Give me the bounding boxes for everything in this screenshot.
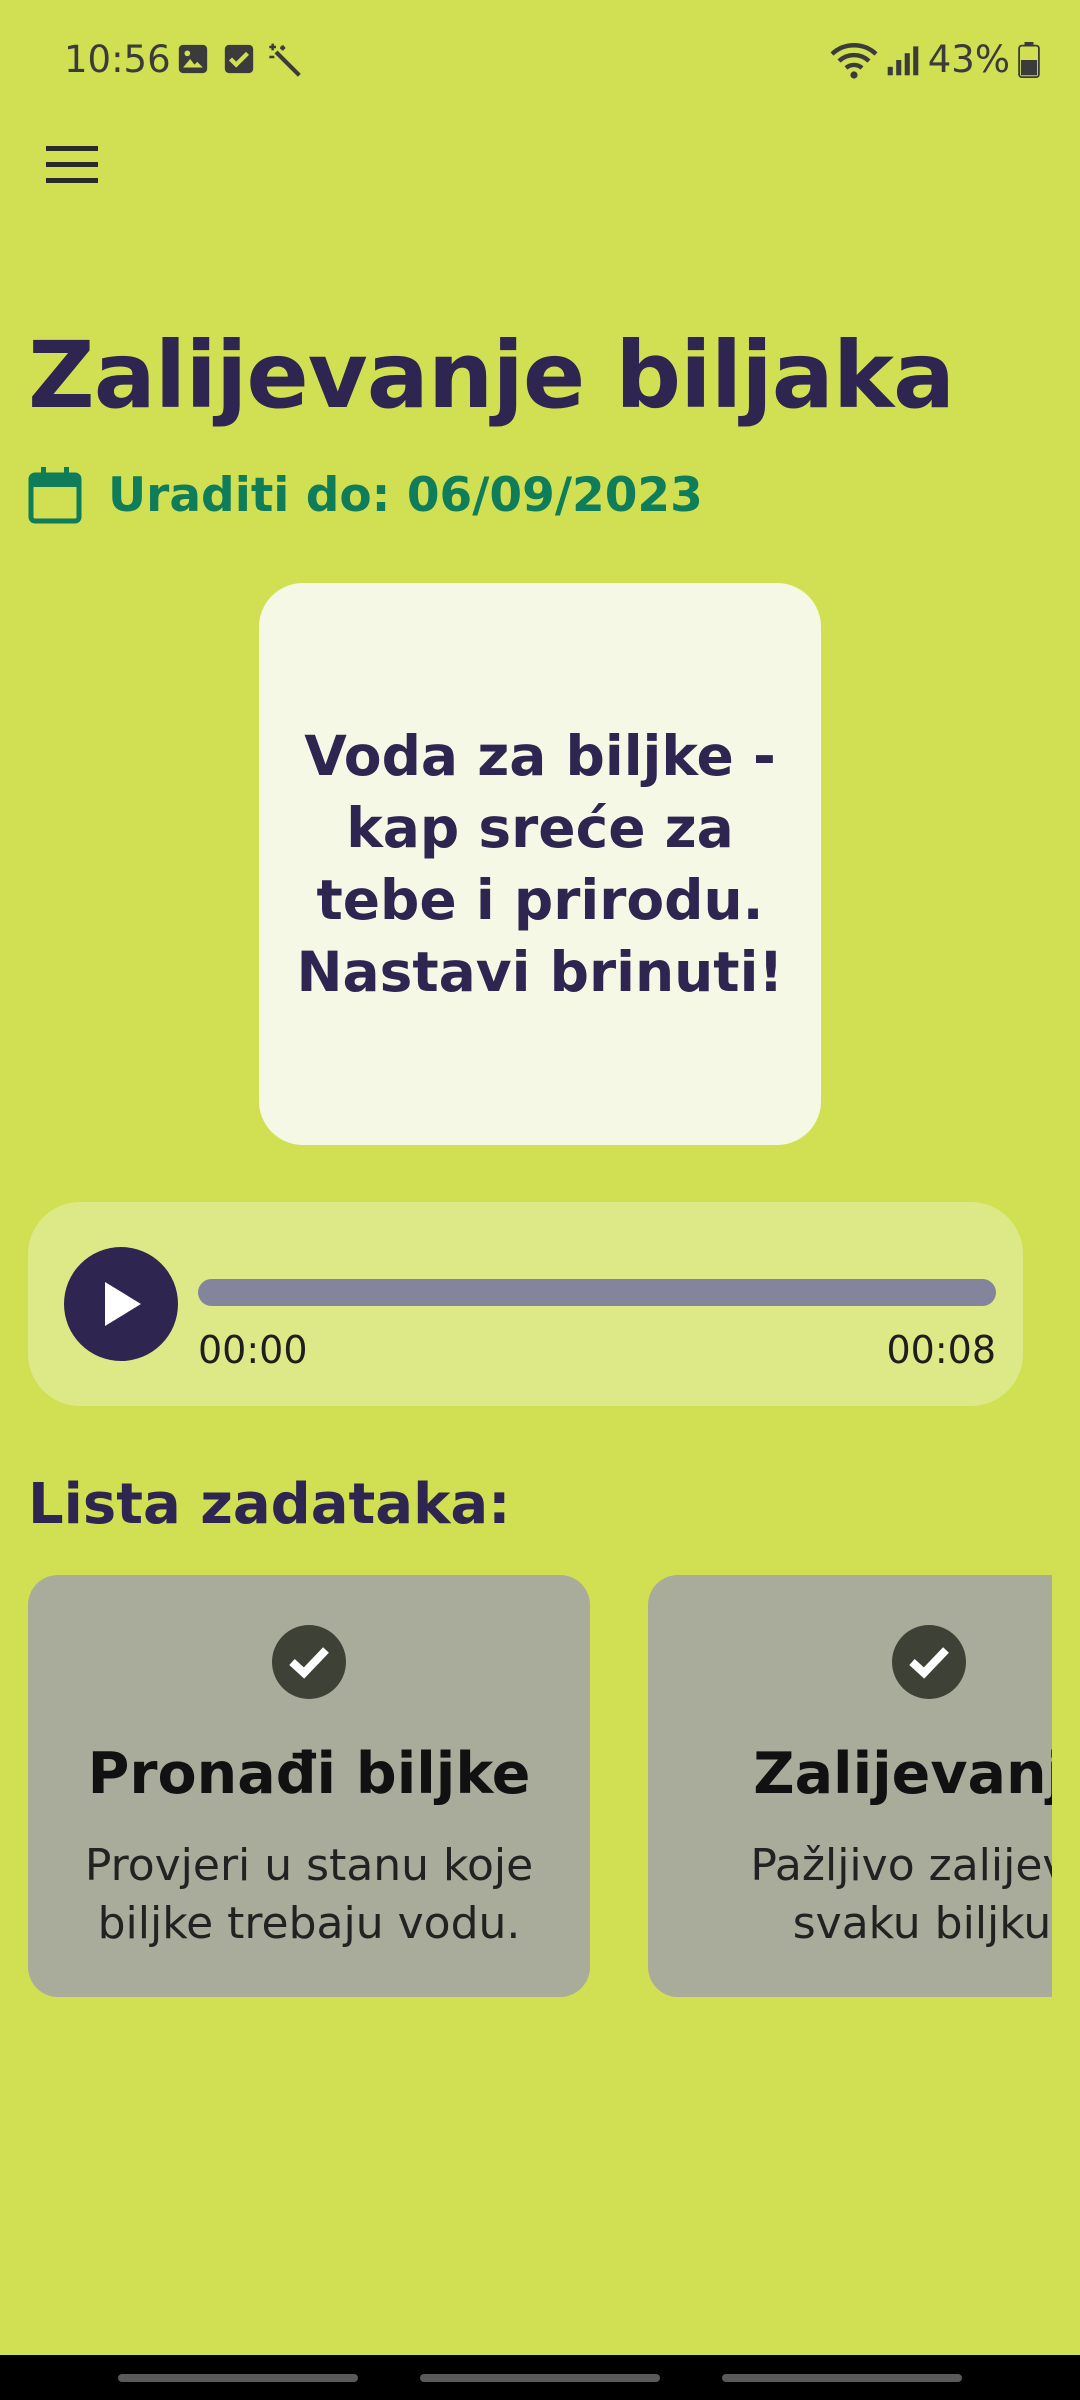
page-title: Zalijevanje biljaka	[28, 322, 955, 429]
motivation-card: Voda za biljke - kap sreće za tebe i pri…	[259, 583, 821, 1145]
system-navigation-bar	[0, 2355, 1080, 2400]
due-date-label: Uraditi do: 06/09/2023	[108, 467, 703, 523]
task-list-title: Lista zadataka:	[28, 1472, 511, 1537]
calendar-icon	[28, 467, 82, 524]
hamburger-menu-icon[interactable]	[44, 140, 102, 190]
signal-icon	[887, 45, 919, 75]
play-icon	[105, 1282, 141, 1326]
wifi-icon	[830, 42, 878, 79]
nav-home[interactable]	[420, 2374, 660, 2382]
audio-progress-bar[interactable]	[198, 1279, 996, 1306]
nav-recents[interactable]	[118, 2374, 358, 2382]
task-title: Pronađi biljke	[87, 1741, 531, 1807]
status-time: 10:56	[64, 38, 171, 81]
check-circle-icon	[272, 1625, 346, 1699]
task-description: Pažljivo zalijevaj svaku biljku.	[750, 1840, 1052, 1949]
due-date-row: Uraditi do: 06/09/2023	[28, 466, 703, 524]
status-right-group: 43%	[830, 38, 1040, 81]
current-time: 00:00	[198, 1328, 308, 1372]
task-title: Zalijevanje	[753, 1741, 1052, 1807]
nav-back[interactable]	[722, 2374, 962, 2382]
audio-player: 00:00 00:08	[28, 1202, 1023, 1406]
checkbox-icon	[224, 44, 254, 74]
motivation-text: Voda za biljke - kap sreće za tebe i pri…	[296, 724, 784, 1004]
magic-wand-icon	[269, 43, 301, 77]
task-card[interactable]: Pronađi biljke Provjeri u stanu koje bil…	[28, 1575, 590, 1997]
task-carousel[interactable]: Pronađi biljke Provjeri u stanu koje bil…	[28, 1575, 1052, 1997]
play-button[interactable]	[64, 1247, 178, 1361]
status-bar: 10:56 43%	[0, 0, 1080, 120]
total-time: 00:08	[886, 1328, 996, 1372]
task-card[interactable]: Zalijevanje Pažljivo zalijevaj svaku bil…	[648, 1575, 1052, 1997]
image-icon	[178, 44, 208, 74]
battery-percentage: 43%	[927, 38, 1010, 81]
task-description: Provjeri u stanu koje biljke trebaju vod…	[84, 1840, 534, 1949]
check-circle-icon	[892, 1625, 966, 1699]
battery-icon	[1018, 41, 1040, 78]
